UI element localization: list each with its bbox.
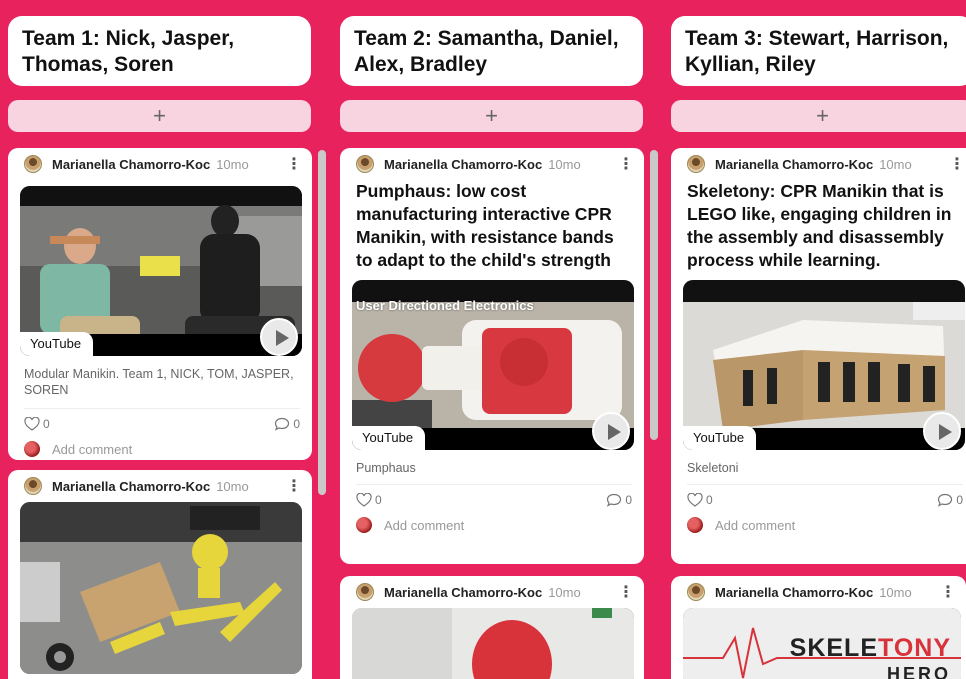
post-card[interactable]: Marianella Chamorro-Koc 10mo ⋮	[8, 470, 312, 679]
add-post-button[interactable]: +	[671, 100, 966, 132]
youtube-label: YouTube	[20, 332, 94, 356]
heart-icon[interactable]	[24, 417, 40, 431]
author-name: Marianella Chamorro-Koc	[52, 156, 211, 172]
post-time: 10mo	[216, 478, 249, 494]
comment-count: 0	[625, 493, 632, 507]
logo-subtitle: HERO	[886, 664, 951, 679]
add-post-button[interactable]: +	[340, 100, 643, 132]
post-time: 10mo	[548, 156, 581, 172]
like-count: 0	[375, 493, 382, 507]
divider	[24, 408, 300, 409]
more-menu-icon[interactable]: ⋮	[618, 154, 634, 174]
user-avatar	[24, 441, 40, 457]
comment-icon[interactable]	[937, 493, 953, 507]
author-name: Marianella Chamorro-Koc	[384, 584, 543, 600]
column-title[interactable]: Team 1: Nick, Jasper, Thomas, Soren	[8, 16, 311, 86]
post-image[interactable]	[20, 502, 302, 674]
post-caption: Pumphaus	[356, 461, 416, 475]
post-card[interactable]: Marianella Chamorro-Koc 10mo ⋮ SKELETONY…	[671, 576, 966, 679]
divider	[687, 484, 963, 485]
column-team-3: Team 3: Stewart, Harrison, Kyllian, Rile…	[671, 0, 966, 679]
author-name: Marianella Chamorro-Koc	[384, 156, 543, 172]
manikin-photo	[20, 502, 302, 674]
author-avatar	[687, 583, 705, 601]
divider	[356, 484, 632, 485]
heart-icon[interactable]	[687, 493, 703, 507]
play-icon[interactable]	[592, 412, 630, 450]
author-avatar	[687, 155, 705, 173]
add-comment-label: Add comment	[715, 517, 796, 533]
play-icon[interactable]	[923, 412, 961, 450]
column-team-1: Team 1: Nick, Jasper, Thomas, Soren + Ma…	[8, 0, 326, 679]
logo-main: SKELE	[789, 634, 878, 662]
comment-count: 0	[293, 417, 300, 431]
add-comment-button[interactable]: Add comment	[671, 513, 966, 537]
comment-icon[interactable]	[274, 417, 290, 431]
video-image	[683, 280, 965, 450]
post-card[interactable]: Marianella Chamorro-Koc 10mo ⋮ Skeletony…	[671, 148, 966, 564]
post-time: 10mo	[879, 156, 912, 172]
add-comment-label: Add comment	[52, 441, 133, 457]
author-name: Marianella Chamorro-Koc	[52, 478, 211, 494]
add-comment-button[interactable]: Add comment	[340, 513, 644, 537]
post-caption: Modular Manikin. Team 1, NICK, TOM, JASP…	[24, 367, 294, 397]
like-count: 0	[43, 417, 50, 431]
video-thumbnail[interactable]: YouTube	[20, 186, 302, 356]
post-card[interactable]: Marianella Chamorro-Koc 10mo ⋮ Pumphaus:…	[340, 148, 644, 564]
video-image	[20, 186, 302, 356]
post-caption: Skeletoni	[687, 461, 739, 475]
author-avatar	[24, 155, 42, 173]
post-card[interactable]: Marianella Chamorro-Koc 10mo ⋮	[340, 576, 644, 679]
more-menu-icon[interactable]: ⋮	[286, 154, 302, 174]
add-comment-label: Add comment	[384, 517, 465, 533]
post-time: 10mo	[216, 156, 249, 172]
user-avatar	[687, 517, 703, 533]
play-icon[interactable]	[260, 318, 298, 356]
more-menu-icon[interactable]: ⋮	[286, 476, 302, 496]
column-title[interactable]: Team 2: Samantha, Daniel, Alex, Bradley	[340, 16, 643, 86]
youtube-label: YouTube	[352, 426, 426, 450]
scrollbar[interactable]	[650, 150, 658, 440]
scrollbar[interactable]	[318, 150, 326, 495]
post-time: 10mo	[879, 584, 912, 600]
video-overlay-text: User Directioned Electronics	[356, 298, 534, 313]
more-menu-icon[interactable]: ⋮	[949, 154, 965, 174]
post-image[interactable]	[352, 608, 634, 679]
add-post-button[interactable]: +	[8, 100, 311, 132]
post-image[interactable]: SKELETONY HERO	[683, 608, 961, 679]
youtube-label: YouTube	[683, 426, 757, 450]
author-avatar	[24, 477, 42, 495]
more-menu-icon[interactable]: ⋮	[940, 582, 956, 602]
author-avatar	[356, 583, 374, 601]
video-thumbnail[interactable]: User Directioned Electronics YouTube	[352, 280, 634, 450]
column-team-2: Team 2: Samantha, Daniel, Alex, Bradley …	[340, 0, 658, 679]
user-avatar	[356, 517, 372, 533]
logo-wordmark: SKELETONY	[790, 634, 951, 663]
author-avatar	[356, 155, 374, 173]
comment-count: 0	[956, 493, 963, 507]
heart-icon[interactable]	[356, 493, 372, 507]
video-thumbnail[interactable]: YouTube	[683, 280, 965, 450]
author-name: Marianella Chamorro-Koc	[715, 584, 874, 600]
logo-accent: TONY	[878, 634, 951, 662]
author-name: Marianella Chamorro-Koc	[715, 156, 874, 172]
post-title: Pumphaus: low cost manufacturing interac…	[356, 181, 614, 270]
like-count: 0	[706, 493, 713, 507]
add-comment-button[interactable]: Add comment	[8, 437, 312, 460]
skeletony-logo: SKELETONY HERO	[683, 608, 961, 679]
comment-icon[interactable]	[606, 493, 622, 507]
post-title: Skeletony: CPR Manikin that is LEGO like…	[687, 181, 952, 270]
more-menu-icon[interactable]: ⋮	[618, 582, 634, 602]
red-head-photo	[352, 608, 634, 679]
post-time: 10mo	[548, 584, 581, 600]
column-title[interactable]: Team 3: Stewart, Harrison, Kyllian, Rile…	[671, 16, 966, 86]
post-card[interactable]: Marianella Chamorro-Koc 10mo ⋮ YouTube M…	[8, 148, 312, 460]
